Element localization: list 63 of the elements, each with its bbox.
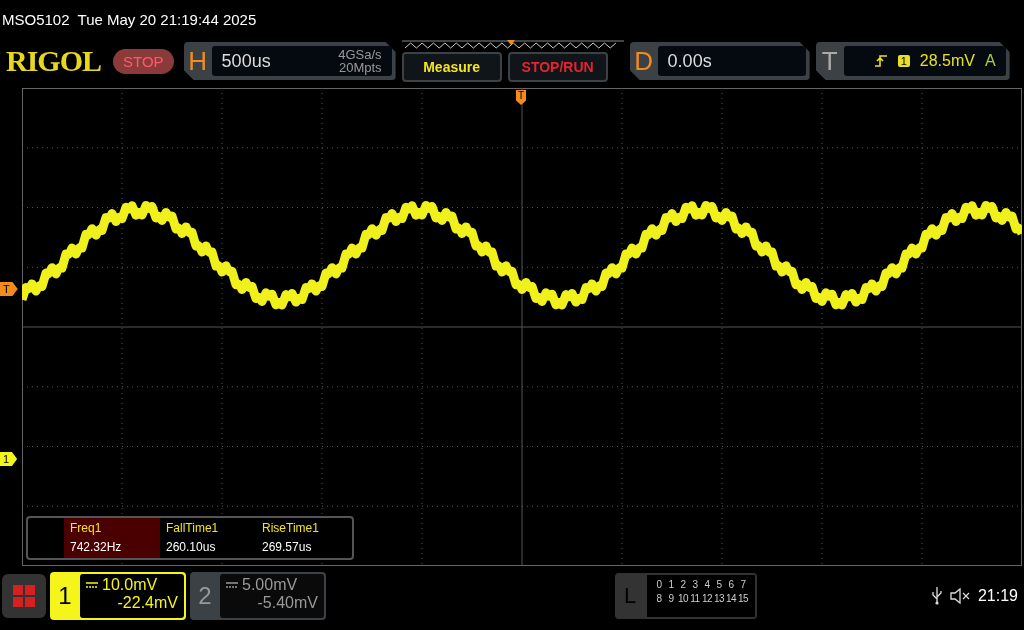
channel-number: 2 (197, 581, 213, 611)
stop-run-button[interactable]: STOP/RUN (507, 52, 608, 82)
channel-number: 1 (57, 581, 73, 611)
digital-channel-number: 5 (715, 579, 723, 590)
grid-icon (13, 585, 35, 607)
menu-button[interactable] (2, 574, 46, 618)
date-time: Tue May 20 21:19:44 2025 (77, 10, 257, 28)
digital-channel-number: 0 (655, 579, 663, 590)
timebase-value: 500us (221, 50, 271, 72)
trigger-panel[interactable]: T 1 28.5mV A (815, 42, 1010, 80)
digital-channel-number: 14 (725, 593, 737, 604)
clock: 21:19 (977, 587, 1018, 605)
measurement-name: FallTime1 (166, 521, 220, 535)
digital-channel-number: 13 (713, 593, 725, 604)
digital-channel-number: 7 (739, 579, 747, 590)
logo: RIGOL (6, 44, 102, 78)
horizontal-panel[interactable]: H 500us 4GSa/s 20Mpts (183, 42, 396, 80)
digital-channel-number: 9 (667, 593, 675, 604)
trigger-level-marker[interactable]: T (0, 282, 18, 296)
digital-channel-number: 10 (677, 593, 689, 604)
measurement-value: 260.10us (166, 540, 217, 554)
digital-channel-number: 8 (655, 593, 663, 604)
sample-rate: 4GSa/s (338, 48, 382, 61)
measurement-name: Freq1 (70, 521, 103, 535)
channel-offset-marker[interactable]: 1 (0, 452, 18, 466)
channel-scale: 10.0mV (102, 576, 158, 594)
digital-channel-number: 6 (727, 579, 735, 590)
digital-channel-number: 3 (691, 579, 699, 590)
memory-depth: 20Mpts (338, 61, 382, 74)
digital-channel-number: 1 (667, 579, 675, 590)
trigger-label: T (820, 45, 839, 77)
digital-channel-number: 15 (737, 593, 749, 604)
muted-speaker-icon (949, 588, 970, 604)
dc-coupling-icon (86, 582, 98, 588)
digital-channel-number: 11 (689, 593, 701, 604)
channel-offset: -22.4mV (116, 594, 178, 612)
measurement-value: 742.32Hz (70, 540, 123, 554)
digital-channel-number: 4 (703, 579, 711, 590)
measurement-item[interactable]: RiseTime1 269.57us (256, 518, 352, 558)
digital-channel-number: 12 (701, 593, 713, 604)
measurement-item[interactable]: FallTime1 260.10us (160, 518, 256, 558)
usb-icon (931, 587, 942, 605)
delay-panel[interactable]: D 0.00s (629, 42, 810, 80)
digital-channel-number: 2 (679, 579, 687, 590)
rising-edge-icon (873, 54, 888, 68)
trigger-source-badge: 1 (897, 55, 910, 67)
channel-scale: 5.00mV (242, 576, 298, 594)
channel-panel[interactable]: 1 10.0mV -22.4mV (50, 572, 186, 620)
measurement-value: 269.57us (262, 540, 313, 554)
measurement-name: RiseTime1 (262, 521, 320, 535)
model-name: MSO5102 (2, 10, 70, 28)
delay-label: D (633, 45, 654, 77)
measure-button[interactable]: Measure (401, 52, 502, 82)
dc-coupling-icon (226, 582, 238, 588)
trigger-level: 28.5mV (919, 52, 975, 70)
horizontal-label: H (187, 45, 208, 77)
run-state-badge: STOP (113, 48, 174, 74)
delay-value: 0.00s (667, 50, 712, 72)
trigger-position-marker[interactable]: T (516, 90, 527, 105)
channel-panel[interactable]: 2 5.00mV -5.40mV (190, 572, 326, 620)
trigger-mode: A (984, 52, 996, 70)
channel-offset: -5.40mV (256, 594, 318, 612)
measurement-item[interactable]: Freq1 742.32Hz (64, 518, 160, 558)
